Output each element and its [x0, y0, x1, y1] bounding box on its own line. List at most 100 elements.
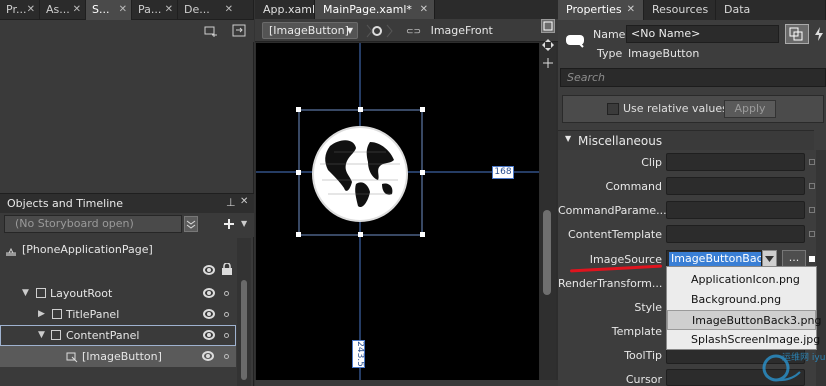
- pin-icon[interactable]: ⊥: [226, 196, 236, 209]
- chevron-down-icon[interactable]: ▼: [241, 219, 247, 228]
- eye-icon[interactable]: [203, 309, 215, 319]
- tab-assets[interactable]: As... ✕: [40, 0, 86, 20]
- grid-icon: [36, 288, 46, 298]
- prop-field-contenttemplate[interactable]: [666, 225, 805, 243]
- states-toolbar: [0, 20, 254, 42]
- apply-button[interactable]: Apply: [724, 100, 776, 118]
- tab-parts[interactable]: Pa... ✕: [132, 0, 178, 20]
- lock-dot-icon[interactable]: [224, 354, 229, 359]
- prop-label-tooltip: ToolTip: [624, 349, 662, 362]
- globe-image[interactable]: [310, 124, 410, 224]
- tab-label: Pa...: [138, 3, 162, 16]
- selection-tool-icon[interactable]: [541, 19, 555, 33]
- storyboard-selector[interactable]: (No Storyboard open): [4, 215, 182, 233]
- tree-scrollbar-thumb[interactable]: [241, 280, 247, 380]
- artboard[interactable]: 168 243.5: [256, 43, 539, 380]
- type-value: ImageButton: [628, 47, 700, 60]
- button-icon: [66, 350, 78, 363]
- tree-item-titlepanel[interactable]: ▶ TitlePanel: [0, 304, 236, 325]
- eye-icon[interactable]: [203, 330, 215, 340]
- properties-search-input[interactable]: Search: [560, 68, 826, 87]
- lock-dot-icon[interactable]: [224, 291, 229, 296]
- prop-field-command[interactable]: [666, 177, 805, 195]
- breadcrumb-template-label: ImageFront: [430, 24, 493, 37]
- tree-item-phoneapplicationpage[interactable]: [PhoneApplicationPage]: [0, 239, 236, 260]
- close-icon[interactable]: ✕: [225, 0, 233, 20]
- artboard-scrollbar-thumb[interactable]: [543, 210, 551, 295]
- events-view-icon[interactable]: [812, 24, 826, 44]
- close-icon[interactable]: ✕: [119, 0, 127, 20]
- tree-item-imagebutton[interactable]: [ImageButton]: [0, 346, 236, 367]
- template-edit-icon[interactable]: [365, 23, 395, 39]
- properties-view-icon[interactable]: [785, 24, 809, 44]
- advanced-options-icon[interactable]: [809, 207, 815, 213]
- tree-item-contentpanel[interactable]: ▼ ContentPanel: [0, 325, 236, 346]
- tab-device[interactable]: De... ✕: [178, 0, 254, 20]
- split-icon[interactable]: [541, 56, 555, 70]
- use-relative-checkbox[interactable]: [607, 103, 619, 115]
- add-state-group-icon[interactable]: [204, 24, 218, 38]
- close-icon[interactable]: ✕: [240, 196, 248, 207]
- expand-triangle-icon[interactable]: ▼: [565, 134, 571, 143]
- prop-label-rendertransform: RenderTransform...: [558, 277, 663, 290]
- chevron-down-icon[interactable]: ▼: [347, 23, 353, 38]
- eye-icon[interactable]: [202, 351, 214, 361]
- imagesource-value[interactable]: ImageButtonBack: [669, 252, 761, 266]
- tab-states[interactable]: S... ✕: [86, 0, 132, 20]
- advanced-options-icon[interactable]: [809, 183, 815, 189]
- tab-resources[interactable]: Resources: [644, 0, 716, 20]
- advanced-options-icon[interactable]: [809, 231, 815, 237]
- lock-icon[interactable]: [221, 262, 233, 275]
- close-icon[interactable]: ✕: [627, 0, 635, 20]
- dropdown-option[interactable]: ApplicationIcon.png: [667, 270, 816, 290]
- close-icon[interactable]: ✕: [73, 0, 81, 20]
- use-relative-label: Use relative values: [623, 102, 728, 115]
- tree-item-empty: [0, 367, 236, 386]
- breadcrumb-element[interactable]: [ImageButton] ▼: [262, 22, 358, 39]
- eye-icon[interactable]: [203, 265, 215, 275]
- prop-label-contenttemplate: ContentTemplate: [568, 228, 662, 241]
- storyboard-options-icon[interactable]: [184, 216, 198, 232]
- lock-dot-icon[interactable]: [224, 312, 229, 317]
- tab-data[interactable]: Data: [716, 0, 826, 20]
- lock-dot-icon[interactable]: [224, 333, 229, 338]
- prop-label-cursor: Cursor: [625, 373, 662, 386]
- element-type-icon: [564, 30, 588, 50]
- tab-label: App.xaml: [263, 3, 316, 16]
- prop-field-clip[interactable]: [666, 153, 805, 171]
- right-panel-tabs: Properties ✕ Resources Data: [558, 0, 826, 20]
- page-icon: [5, 243, 17, 256]
- close-icon[interactable]: ✕: [165, 0, 173, 20]
- tree-item-label: [PhoneApplicationPage]: [22, 243, 153, 256]
- close-icon[interactable]: ✕: [27, 0, 35, 20]
- dropdown-option-highlighted[interactable]: ImageButtonBack3.png: [667, 310, 821, 330]
- tab-mainpage-xaml[interactable]: MainPage.xaml* ✕: [315, 0, 435, 19]
- collapse-triangle-icon[interactable]: ▶: [38, 304, 45, 325]
- close-icon[interactable]: ✕: [420, 0, 428, 19]
- transition-icon[interactable]: [232, 24, 248, 38]
- template-icon: ⊂⊃: [406, 27, 422, 37]
- imagesource-dropdown-list: ApplicationIcon.png Background.png Image…: [666, 266, 821, 350]
- tab-properties[interactable]: Properties ✕: [558, 0, 644, 20]
- eye-icon[interactable]: [203, 288, 215, 298]
- miscellaneous-section-header[interactable]: ▼ Miscellaneous: [558, 130, 814, 150]
- expand-triangle-icon[interactable]: ▼: [38, 325, 45, 346]
- local-value-marker-icon[interactable]: [809, 256, 815, 262]
- tab-app-xaml[interactable]: App.xaml: [255, 0, 315, 19]
- prop-label-style: Style: [634, 301, 662, 314]
- prop-field-commandparameter[interactable]: [666, 201, 805, 219]
- name-field[interactable]: <No Name>: [626, 25, 779, 43]
- stackpanel-icon: [52, 309, 62, 319]
- expand-triangle-icon[interactable]: ▼: [22, 283, 29, 304]
- tree-item-label: TitlePanel: [66, 308, 120, 321]
- tab-projects[interactable]: Pr... ✕: [0, 0, 40, 20]
- prop-label-template: Template: [611, 325, 662, 338]
- breadcrumb-template[interactable]: ⊂⊃ ImageFront: [406, 22, 493, 39]
- advanced-options-icon[interactable]: [809, 159, 815, 165]
- tree-item-layoutroot[interactable]: ▼ LayoutRoot: [0, 283, 236, 304]
- pan-icon[interactable]: [541, 38, 555, 52]
- add-storyboard-icon[interactable]: [222, 216, 236, 232]
- dropdown-option[interactable]: Background.png: [667, 290, 816, 310]
- tree-item-label: [ImageButton]: [82, 350, 162, 363]
- tab-label: As...: [46, 3, 70, 16]
